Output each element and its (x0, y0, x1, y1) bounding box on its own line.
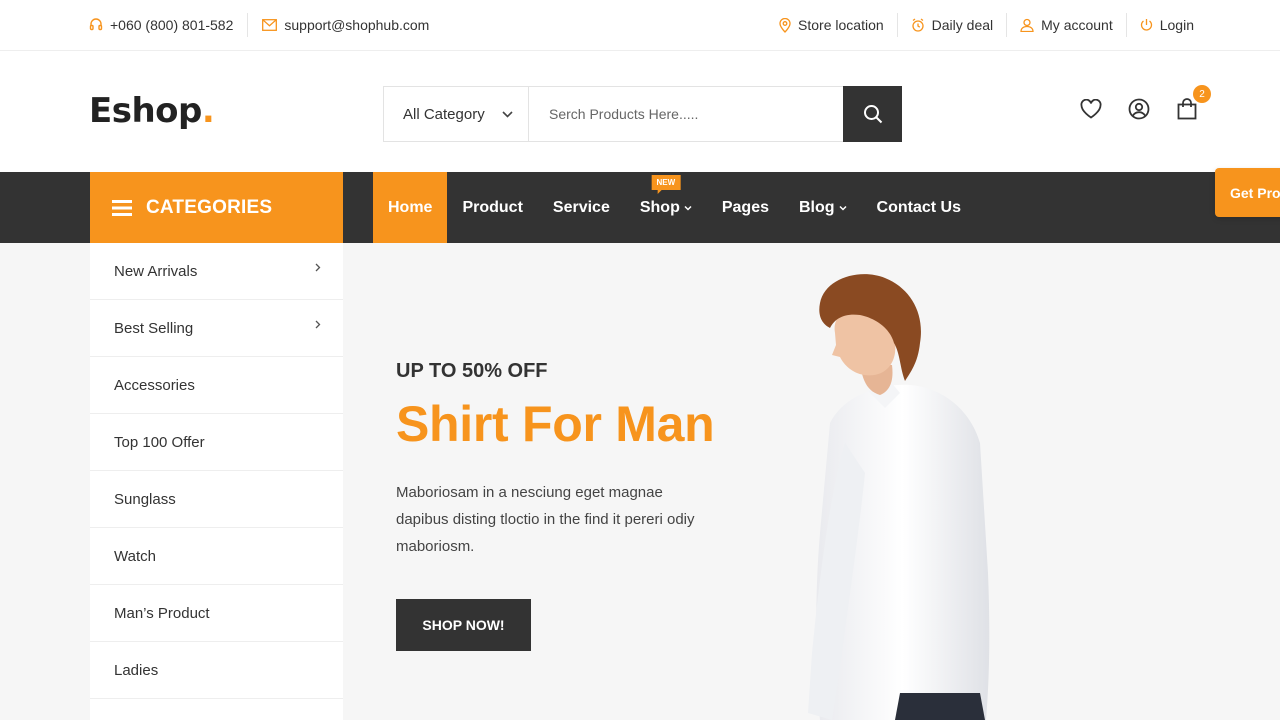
store-location-label: Store location (798, 17, 884, 33)
nav-item-blog[interactable]: Blog (784, 172, 862, 243)
sidebar-item-label: Man’s Product (114, 604, 210, 622)
login-link[interactable]: Login (1127, 13, 1194, 37)
account-button[interactable] (1127, 97, 1151, 121)
login-label: Login (1159, 17, 1194, 33)
sidebar-item-best-selling[interactable]: Best Selling (90, 300, 343, 357)
logo-dot: . (201, 91, 215, 131)
get-pro-button[interactable]: Get Pro (1215, 168, 1280, 217)
nav-item-contact-us[interactable]: Contact Us (862, 172, 976, 243)
hamburger-icon (112, 199, 132, 216)
my-account-label: My account (1041, 17, 1113, 33)
shop-now-button[interactable]: SHOP NOW! (396, 599, 531, 651)
phone-number: +060 (800) 801-582 (110, 17, 234, 33)
category-select-value: All Category (403, 105, 485, 123)
alarm-clock-icon (911, 18, 925, 32)
sidebar-item-ladies[interactable]: Ladies (90, 642, 343, 699)
top-links: Store location Daily deal My account Log… (766, 0, 1194, 50)
sidebar-item-label: Best Selling (114, 319, 194, 337)
categories-sidebar: New Arrivals Best Selling Accessories To… (90, 243, 343, 720)
sidebar-item-label: Ladies (114, 661, 159, 679)
sidebar-item-label: Sunglass (114, 490, 176, 508)
hero-model-image (808, 274, 990, 720)
nav-item-label: Service (552, 198, 610, 216)
email-info[interactable]: support@shophub.com (262, 17, 429, 33)
categories-label: CATEGORIES (146, 196, 273, 218)
email-address[interactable]: support@shophub.com (284, 17, 429, 33)
divider (247, 13, 249, 37)
sidebar-item-sunglass[interactable]: Sunglass (90, 471, 343, 528)
nav-item-shop[interactable]: NEW Shop (625, 172, 707, 243)
daily-deal-link[interactable]: Daily deal (898, 13, 1008, 37)
nav-item-label: Home (388, 198, 433, 216)
sidebar-item-accessories[interactable]: Accessories (90, 357, 343, 414)
logo-text: Eshop (89, 91, 202, 131)
nav-item-label: Blog (798, 198, 835, 216)
wishlist-button[interactable] (1079, 97, 1103, 121)
nav-item-label: Shop (639, 198, 680, 216)
chevron-right-icon (315, 320, 321, 329)
nav-item-label: Contact Us (876, 198, 961, 216)
phone-info: +060 (800) 801-582 (89, 17, 233, 33)
sidebar-item-mans-product[interactable]: Man’s Product (90, 585, 343, 642)
chevron-down-icon (502, 110, 513, 118)
chevron-right-icon (315, 263, 321, 272)
sidebar-item-new-arrivals[interactable]: New Arrivals (90, 243, 343, 300)
sidebar-item-label: New Arrivals (114, 262, 198, 280)
headset-icon (89, 18, 103, 32)
cart-button[interactable]: 2 (1175, 85, 1211, 121)
search-input[interactable] (529, 87, 843, 141)
top-bar: +060 (800) 801-582 support@shophub.com S… (0, 0, 1280, 51)
chevron-down-icon (684, 205, 692, 211)
hero-description: Maboriosam in a nesciung eget magnae dap… (396, 484, 695, 555)
nav-item-pages[interactable]: Pages (707, 172, 784, 243)
nav-menu: Home Product Service NEW Shop Pages Blog… (373, 172, 976, 243)
search-button[interactable] (843, 86, 902, 142)
sidebar-item-watch[interactable]: Watch (90, 528, 343, 585)
cart-count-badge: 2 (1193, 85, 1211, 103)
hero-title: Shirt For Man (396, 396, 715, 452)
sidebar-item-label: Watch (114, 547, 156, 565)
new-badge: NEW (651, 175, 681, 194)
search-bar: All Category (383, 86, 902, 142)
daily-deal-label: Daily deal (931, 17, 994, 33)
categories-toggle[interactable]: CATEGORIES (90, 172, 343, 243)
search-icon (863, 104, 883, 124)
power-icon (1140, 18, 1153, 32)
sidebar-item-top-100-offer[interactable]: Top 100 Offer (90, 414, 343, 471)
user-circle-icon (1128, 98, 1150, 120)
nav-item-service[interactable]: Service (538, 172, 625, 243)
contact-info: +060 (800) 801-582 support@shophub.com (89, 0, 429, 50)
map-pin-icon (779, 17, 791, 33)
nav-item-product[interactable]: Product (447, 172, 537, 243)
hero-subtitle: UP TO 50% OFF (396, 360, 548, 382)
header-actions: 2 (1079, 85, 1211, 121)
nav-item-home[interactable]: Home (373, 172, 448, 243)
chevron-down-icon (839, 205, 847, 211)
envelope-icon (262, 19, 278, 31)
sidebar-item-label: Accessories (114, 376, 195, 394)
nav-item-label: Pages (721, 198, 769, 216)
user-icon (1020, 18, 1034, 32)
hero-section: New Arrivals Best Selling Accessories To… (0, 243, 1280, 720)
category-select[interactable]: All Category (384, 87, 529, 141)
heart-icon (1080, 99, 1102, 119)
nav-item-label: Product (462, 198, 523, 216)
sidebar-item-label: Top 100 Offer (114, 433, 205, 451)
site-logo[interactable]: Eshop. (89, 91, 215, 131)
store-location-link[interactable]: Store location (766, 13, 898, 37)
header: Eshop. All Category Serch Products Here.… (0, 51, 1280, 172)
my-account-link[interactable]: My account (1007, 13, 1127, 37)
shopping-bag-icon (1177, 98, 1197, 120)
main-nav: CATEGORIES Home Product Service NEW Shop… (0, 172, 1280, 243)
